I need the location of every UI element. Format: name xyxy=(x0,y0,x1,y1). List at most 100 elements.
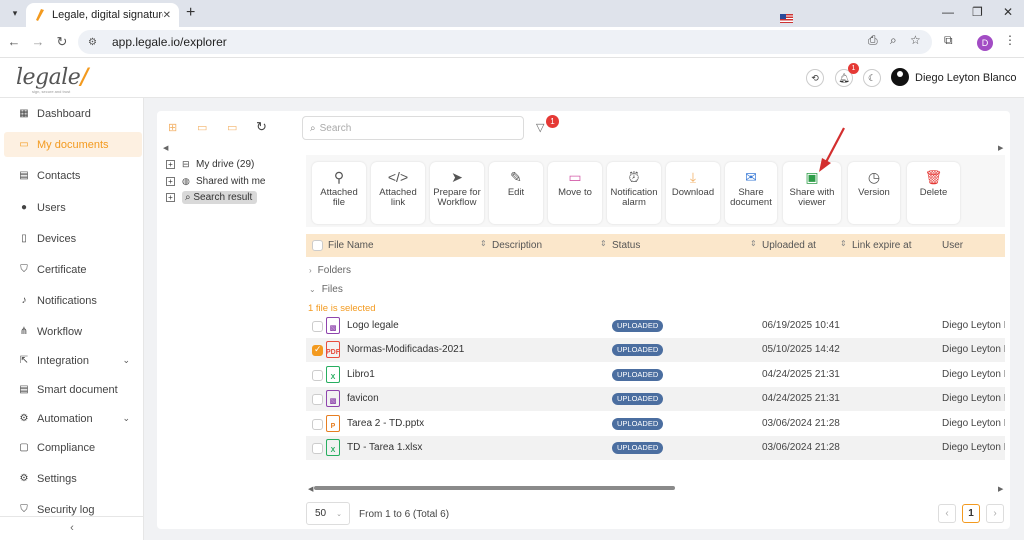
sidebar-item-users[interactable]: ● Users xyxy=(4,195,142,220)
legale-logo[interactable]: legale/ xyxy=(16,64,88,90)
new-tab-icon[interactable]: + xyxy=(186,4,195,22)
column-file-name[interactable]: File Name xyxy=(328,240,374,251)
search-input[interactable] xyxy=(319,122,510,134)
us-flag-icon[interactable] xyxy=(780,14,793,23)
sidebar-item-certificate[interactable]: ⛉ Certificate xyxy=(4,257,142,282)
reload-icon[interactable]: ↻ xyxy=(54,34,70,50)
bookmark-star-icon[interactable]: ☆ xyxy=(910,33,921,47)
file-name[interactable]: Tarea 2 - TD.pptx xyxy=(347,418,424,429)
tab-close-icon[interactable]: ✕ xyxy=(163,10,171,21)
profile-avatar[interactable]: D xyxy=(977,35,993,51)
restore-icon[interactable]: ❐ xyxy=(972,5,983,19)
sort-icon[interactable]: ⇕ xyxy=(840,239,847,248)
folder-upload-icon[interactable]: ▭ xyxy=(197,121,207,134)
notification-alarm-button[interactable]: ⏰︎ Notification alarm xyxy=(607,162,661,224)
prev-page-button[interactable]: ‹ xyxy=(938,504,956,523)
sidebar-item-notifications[interactable]: ♪ Notifications xyxy=(4,288,142,313)
row-checkbox[interactable] xyxy=(312,443,323,454)
sort-icon[interactable]: ⇕ xyxy=(750,239,757,248)
select-all-checkbox[interactable] xyxy=(312,240,323,251)
refresh-icon[interactable]: ↻ xyxy=(256,119,267,135)
browser-menu-icon[interactable]: ⋮ xyxy=(1004,33,1016,47)
file-name[interactable]: favicon xyxy=(347,393,379,404)
share-document-button[interactable]: ✉ Share document xyxy=(725,162,777,224)
file-name[interactable]: TD - Tarea 1.xlsx xyxy=(347,442,422,453)
forward-icon[interactable]: → xyxy=(30,34,46,49)
scroll-right-icon[interactable]: ▶ xyxy=(998,485,1003,493)
column-description[interactable]: Description xyxy=(492,240,542,251)
chevron-down-icon[interactable]: ⌄ xyxy=(122,413,130,424)
sort-icon[interactable]: ⇕ xyxy=(480,239,487,248)
tree-item-my-drive[interactable]: + ⊟ My drive (29) xyxy=(166,157,254,171)
attached-link-button[interactable]: </> Attached link xyxy=(371,162,425,224)
sidebar-item-my-documents[interactable]: ▭ My documents xyxy=(4,132,142,157)
next-page-button[interactable]: › xyxy=(986,504,1004,523)
install-app-icon[interactable]: ⎙ xyxy=(868,33,878,48)
table-row[interactable]: PDF Normas-Modificadas-2021 UPLOADED 05/… xyxy=(306,338,1005,362)
scroll-left-icon[interactable]: ◀ xyxy=(163,144,168,152)
sidebar-item-compliance[interactable]: ▢ Compliance xyxy=(4,435,142,460)
column-link-expire-at[interactable]: Link expire at xyxy=(852,240,911,251)
column-uploaded-at[interactable]: Uploaded at xyxy=(762,240,816,251)
tree-item-shared-with-me[interactable]: + ◍ Shared with me xyxy=(166,174,265,188)
table-row[interactable]: X Libro1 UPLOADED 04/24/2025 21:31 Diego… xyxy=(306,363,1005,387)
window-close-icon[interactable]: ✕ xyxy=(1003,5,1013,19)
expand-icon[interactable]: + xyxy=(166,176,175,186)
minimize-icon[interactable]: — xyxy=(942,5,954,19)
filter-icon[interactable]: ▽ xyxy=(536,121,544,134)
tab-search-icon[interactable]: ▾ xyxy=(6,4,24,22)
sidebar-item-settings[interactable]: ⚙ Settings xyxy=(4,466,142,491)
sidebar-item-workflow[interactable]: ⋔ Workflow xyxy=(4,319,142,344)
sidebar-item-smart-document[interactable]: ▤ Smart document xyxy=(4,377,142,402)
download-button[interactable]: ⤓ Download xyxy=(666,162,720,224)
row-checkbox[interactable] xyxy=(312,419,323,430)
sidebar-item-devices[interactable]: ▯ Devices xyxy=(4,226,142,251)
site-info-icon[interactable]: ⚙ xyxy=(88,37,102,48)
files-group[interactable]: ⌄ Files xyxy=(309,284,343,298)
table-row[interactable]: ▧ favicon UPLOADED 04/24/2025 21:31 Dieg… xyxy=(306,387,1005,411)
version-button[interactable]: ◷ Version xyxy=(848,162,900,224)
scroll-left-icon[interactable]: ◀ xyxy=(308,485,313,493)
page-button-current[interactable]: 1 xyxy=(962,504,980,523)
folder-icon[interactable]: ▭ xyxy=(227,121,237,134)
user-name[interactable]: Diego Leyton Blanco xyxy=(915,72,1017,84)
expand-icon[interactable]: + xyxy=(166,159,175,169)
move-to-button[interactable]: ▭ Move to xyxy=(548,162,602,224)
prepare-workflow-button[interactable]: ➤ Prepare for Workflow xyxy=(430,162,484,224)
folders-group[interactable]: › Folders xyxy=(309,265,351,279)
row-checkbox[interactable] xyxy=(312,394,323,405)
horizontal-scrollbar[interactable] xyxy=(314,486,675,490)
support-icon[interactable]: ⟲ xyxy=(806,69,824,87)
row-checkbox[interactable] xyxy=(312,370,323,381)
theme-toggle-icon[interactable]: ☾ xyxy=(863,69,881,87)
edit-button[interactable]: ✎ Edit xyxy=(489,162,543,224)
sidebar-item-dashboard[interactable]: ▦ Dashboard xyxy=(4,101,142,126)
address-bar[interactable]: ⚙ app.legale.io/explorer xyxy=(78,30,932,54)
delete-button[interactable]: 🗑︎ Delete xyxy=(907,162,960,224)
expand-icon[interactable]: + xyxy=(166,192,175,202)
browser-tab[interactable]: Legale, digital signature ✕ xyxy=(26,3,179,27)
chevron-down-icon[interactable]: ⌄ xyxy=(122,355,130,366)
sidebar-item-automation[interactable]: ⚙ Automation ⌄ xyxy=(4,406,142,431)
table-row[interactable]: P Tarea 2 - TD.pptx UPLOADED 03/06/2024 … xyxy=(306,412,1005,436)
sort-icon[interactable]: ⇕ xyxy=(600,239,607,248)
page-size-select[interactable]: 50 ⌄ xyxy=(306,502,350,525)
new-folder-icon[interactable]: ⊞ xyxy=(168,121,177,134)
file-name[interactable]: Normas-Modificadas-2021 xyxy=(347,344,464,355)
sidebar-collapse-button[interactable]: ‹ xyxy=(0,516,144,540)
column-user[interactable]: User xyxy=(942,240,963,251)
sidebar-item-integration[interactable]: ⇱ Integration ⌄ xyxy=(4,348,142,373)
table-row[interactable]: ▧ Logo legale UPLOADED 06/19/2025 10:41 … xyxy=(306,314,1005,338)
sidebar-item-contacts[interactable]: ▤ Contacts xyxy=(4,163,142,188)
extensions-icon[interactable]: ⧉ xyxy=(944,33,953,48)
table-row[interactable]: X TD - Tarea 1.xlsx UPLOADED 03/06/2024 … xyxy=(306,436,1005,460)
scroll-right-icon[interactable]: ▶ xyxy=(998,144,1003,152)
column-status[interactable]: Status xyxy=(612,240,640,251)
attached-file-button[interactable]: ⚲ Attached file xyxy=(312,162,366,224)
zoom-icon[interactable]: ⌕ xyxy=(890,33,897,48)
tree-item-search-result[interactable]: + ⌕ Search result xyxy=(166,190,258,204)
file-name[interactable]: Libro1 xyxy=(347,369,375,380)
row-checkbox[interactable] xyxy=(312,344,323,356)
file-name[interactable]: Logo legale xyxy=(347,320,399,331)
back-icon[interactable]: ← xyxy=(6,34,22,49)
